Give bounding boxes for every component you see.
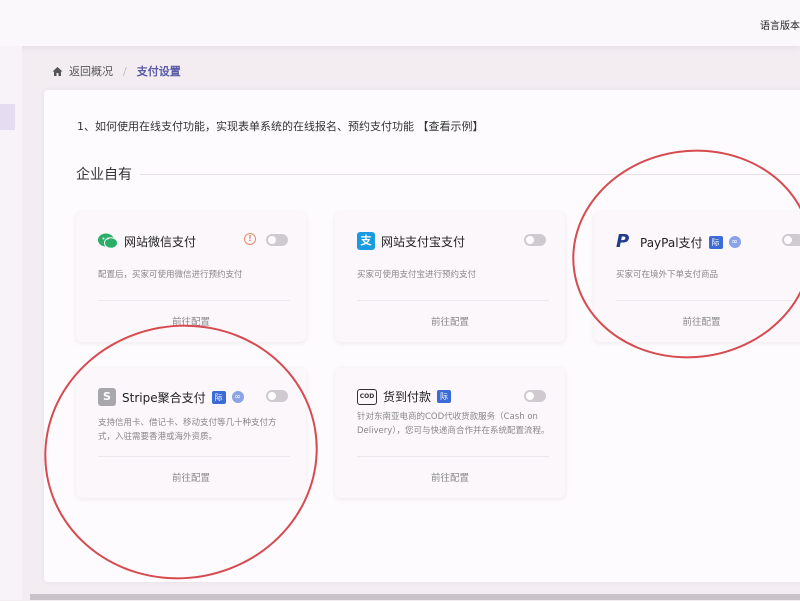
link-icon[interactable]: ∞ [728,236,741,248]
card-title: PayPal支付 [640,235,703,250]
international-badge: 际 [708,235,723,249]
alipay-toggle[interactable] [524,234,546,246]
payment-card-alipay: 支 网站支付宝支付 买家可使用支付宝进行预约支付 前往配置 [335,212,565,342]
top-bar: 语言版本 [0,0,800,46]
bottom-scrollbar[interactable] [30,594,800,600]
cod-toggle[interactable] [524,390,546,402]
breadcrumb-current: 支付设置 [136,65,181,78]
card-title: Stripe聚合支付 [122,390,206,405]
paypal-icon: P [616,231,630,252]
payment-card-wechat: 网站微信支付 ! 配置后，买家可使用微信进行预约支付 前往配置 [76,212,306,342]
help-hint: 1、如何使用在线支付功能，实现表单系统的在线报名、预约支付功能 【查看示例】 [77,118,484,134]
card-title: 货到付款 [383,390,432,404]
warning-icon[interactable]: ! [244,233,256,245]
payment-card-stripe: S Stripe聚合支付 际 ∞ 支持信用卡、借记卡、移动支付等几十种支付方式，… [76,368,306,498]
card-divider [98,300,290,301]
card-description: 买家可在境外下单支付商品 [616,270,719,280]
card-divider [357,300,549,301]
card-description: 配置后，买家可使用微信进行预约支付 [98,270,243,280]
breadcrumb: 返回概况 / 支付设置 [52,63,181,79]
card-title: 网站微信支付 [124,234,197,249]
section-title: 企业自有 [76,167,132,183]
language-selector[interactable]: 语言版本 [760,17,800,32]
configure-link[interactable]: 前往配置 [594,314,800,328]
configure-link[interactable]: 前往配置 [335,314,565,328]
cod-icon: COD [357,388,377,405]
stripe-toggle[interactable] [266,390,288,402]
stripe-icon: S [98,388,116,406]
payment-card-paypal: P PayPal支付 际 ∞ 买家可在境外下单支付商品 前往配置 [594,212,800,342]
card-divider [357,456,549,457]
sidebar [0,46,22,600]
configure-link[interactable]: 前往配置 [335,470,565,484]
link-icon[interactable]: ∞ [231,391,244,403]
card-description: 买家可使用支付宝进行预约支付 [357,270,477,280]
section-divider [140,174,800,175]
paypal-toggle[interactable] [782,234,800,246]
international-badge: 际 [437,390,452,403]
configure-link[interactable]: 前往配置 [76,314,306,328]
sidebar-active-item[interactable] [0,104,15,130]
back-to-overview-link[interactable]: 返回概况 [69,63,113,79]
view-example-link[interactable]: 【查看示例】 [418,120,484,133]
help-hint-text: 1、如何使用在线支付功能，实现表单系统的在线报名、预约支付功能 [77,120,414,133]
card-title: 网站支付宝支付 [381,234,466,249]
wechat-icon [98,232,118,250]
card-description: 支持信用卡、借记卡、移动支付等几十种支付方式，入驻需要香港或海外资质。 [98,418,277,442]
breadcrumb-separator: / [123,64,127,78]
card-divider [616,300,793,301]
wechat-toggle[interactable] [266,234,288,246]
card-divider [98,456,290,457]
home-icon[interactable] [52,66,63,77]
alipay-icon: 支 [357,232,375,250]
international-badge: 际 [211,390,226,404]
configure-link[interactable]: 前往配置 [76,470,306,484]
card-description: 针对东南亚电商的COD代收货款服务（Cash on Delivery），您可与快… [357,412,550,436]
payment-card-cod: COD 货到付款 际 针对东南亚电商的COD代收货款服务（Cash on Del… [335,368,565,498]
